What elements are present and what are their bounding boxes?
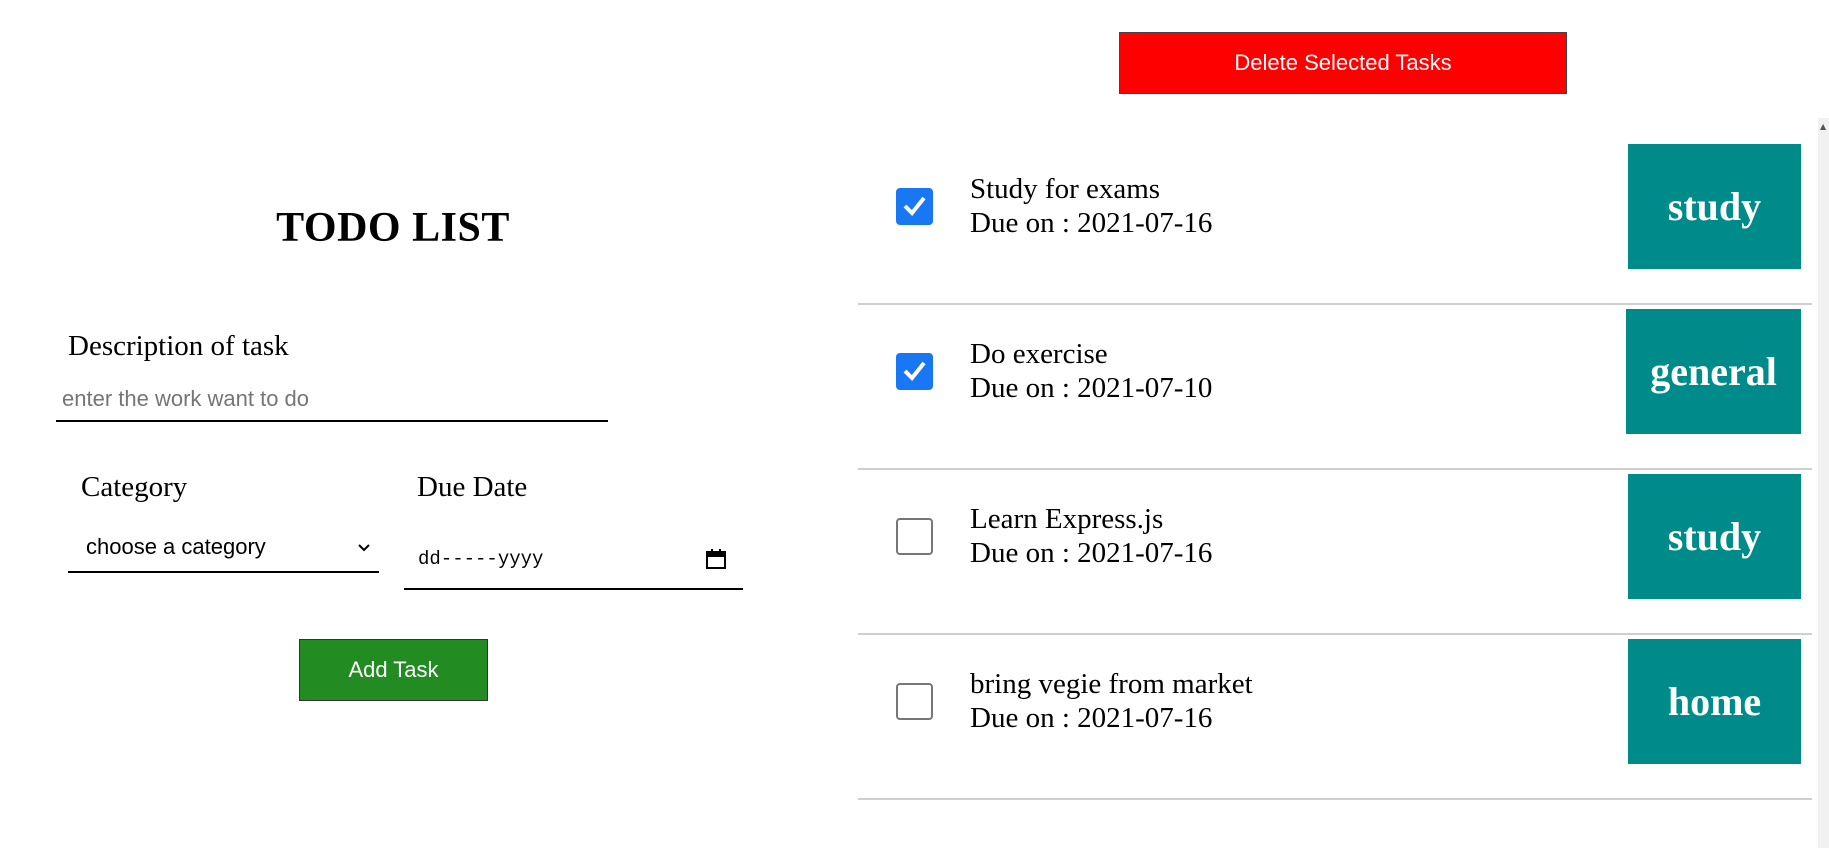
task-category-badge: study	[1628, 474, 1801, 599]
add-task-button[interactable]: Add Task	[299, 639, 488, 701]
task-category-badge: general	[1626, 309, 1801, 434]
calendar-icon[interactable]	[705, 548, 727, 570]
task-item: bring vegie from market Due on : 2021-07…	[858, 635, 1812, 800]
task-checkbox[interactable]	[896, 683, 933, 720]
due-date-placeholder: dd-----yyyy	[418, 548, 544, 570]
task-item: Learn Express.js Due on : 2021-07-16 stu…	[858, 470, 1812, 635]
scroll-up-arrow-icon[interactable]: ▲	[1820, 122, 1826, 131]
task-category-badge: study	[1628, 144, 1801, 269]
description-label: Description of task	[68, 330, 289, 362]
task-list: Study for exams Due on : 2021-07-16 stud…	[858, 140, 1812, 800]
task-form: TODO LIST Description of task Category c…	[0, 0, 800, 848]
task-category-badge: home	[1628, 639, 1801, 764]
category-label: Category	[81, 471, 188, 503]
task-item: Study for exams Due on : 2021-07-16 stud…	[858, 140, 1812, 305]
task-due-date: Due on : 2021-07-16	[970, 537, 1213, 569]
task-checkbox[interactable]	[896, 353, 933, 390]
category-select[interactable]: choose a category	[68, 522, 379, 573]
task-checkbox[interactable]	[896, 188, 933, 225]
task-description: Do exercise	[970, 338, 1108, 370]
description-input[interactable]	[56, 378, 608, 422]
page-title: TODO LIST	[276, 205, 510, 251]
category-select-value: choose a category	[86, 533, 266, 559]
task-description: Study for exams	[970, 173, 1161, 205]
scrollbar[interactable]: ▲	[1818, 118, 1829, 848]
task-checkbox[interactable]	[896, 518, 933, 555]
task-due-date: Due on : 2021-07-16	[970, 207, 1213, 239]
delete-selected-tasks-button[interactable]: Delete Selected Tasks	[1119, 32, 1567, 94]
task-description: Learn Express.js	[970, 503, 1164, 535]
task-item: Do exercise Due on : 2021-07-10 general	[858, 305, 1812, 470]
due-date-label: Due Date	[417, 471, 528, 503]
chevron-down-icon	[358, 544, 370, 552]
task-description: bring vegie from market	[970, 668, 1253, 700]
task-due-date: Due on : 2021-07-16	[970, 702, 1213, 734]
task-due-date: Due on : 2021-07-10	[970, 372, 1213, 404]
checkmark-icon	[903, 361, 926, 381]
checkmark-icon	[903, 196, 926, 216]
due-date-input[interactable]: dd-----yyyy	[404, 530, 743, 590]
